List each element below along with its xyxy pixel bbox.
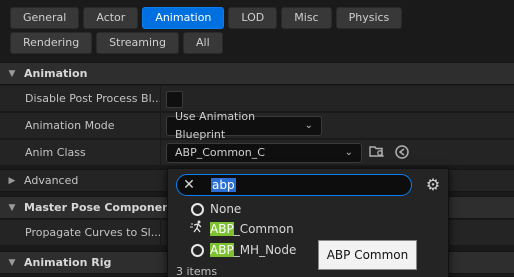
clear-search-icon[interactable]: ✕	[177, 177, 201, 193]
column-divider[interactable]	[160, 86, 161, 112]
list-item[interactable]: None	[168, 199, 448, 219]
column-divider[interactable]	[160, 113, 161, 139]
tooltip: ABP Common	[318, 240, 417, 270]
section-title: Advanced	[24, 174, 79, 187]
collapse-arrow-icon: ▼	[8, 68, 16, 79]
chevron-down-icon: ⌄	[304, 120, 313, 131]
tab-streaming[interactable]: Streaming	[96, 32, 179, 54]
running-figure-icon	[188, 220, 206, 238]
property-animation-mode: Animation Mode Use Animation Blueprint ⌄	[0, 110, 514, 141]
column-divider[interactable]	[160, 140, 161, 166]
chevron-down-icon: ⌄	[344, 147, 353, 158]
item-count: 3 items	[176, 265, 218, 277]
anim-class-combo[interactable]: ABP_Common_C ⌄	[166, 143, 362, 163]
collapse-arrow-icon: ▼	[8, 257, 16, 268]
animation-mode-combo[interactable]: Use Animation Blueprint ⌄	[166, 110, 322, 141]
section-title: Animation	[24, 67, 88, 80]
disable-post-process-checkbox[interactable]	[166, 91, 183, 108]
tab-animation[interactable]: Animation	[142, 7, 225, 29]
tab-physics[interactable]: Physics	[335, 7, 403, 29]
item-label: _MH_Node	[233, 243, 297, 257]
match-highlight: ABP	[210, 243, 234, 257]
circle-icon	[188, 202, 206, 217]
gear-icon[interactable]: ⚙	[423, 175, 443, 195]
match-highlight: ABP	[210, 222, 234, 236]
filter-tabs-row-1: General Actor Animation LOD Misc Physics	[10, 7, 403, 29]
collapse-arrow-icon: ▼	[8, 202, 16, 213]
section-animation[interactable]: ▼ Animation	[0, 62, 514, 85]
tab-lod[interactable]: LOD	[228, 7, 278, 29]
combo-value: ABP_Common_C	[175, 146, 265, 159]
item-label: _Common	[233, 222, 294, 236]
tab-misc[interactable]: Misc	[281, 7, 332, 29]
property-label: Disable Post Process Bl...	[25, 92, 163, 105]
property-label: Propagate Curves to Sl...	[25, 226, 162, 239]
tab-rendering[interactable]: Rendering	[10, 32, 93, 54]
search-query: abp	[211, 178, 236, 192]
browse-folder-icon[interactable]	[368, 144, 386, 162]
tab-all[interactable]: All	[182, 32, 223, 54]
property-label: Anim Class	[25, 146, 86, 159]
filter-tabs-row-2: Rendering Streaming All	[10, 32, 223, 54]
list-item[interactable]: ABP_Common	[168, 219, 448, 239]
tab-actor[interactable]: Actor	[83, 7, 139, 29]
item-label: None	[210, 202, 242, 216]
circle-icon	[188, 243, 206, 258]
tab-general[interactable]: General	[10, 7, 80, 29]
property-anim-class: Anim Class ABP_Common_C ⌄	[0, 140, 514, 166]
column-divider[interactable]	[160, 220, 161, 246]
section-title: Master Pose Component	[24, 201, 176, 214]
expand-arrow-icon: ▶	[8, 175, 16, 186]
use-selected-icon[interactable]	[393, 144, 411, 162]
property-label: Animation Mode	[25, 119, 115, 132]
section-title: Animation Rig	[24, 256, 112, 269]
search-input[interactable]: ✕ abp	[176, 174, 412, 196]
combo-value: Use Animation Blueprint	[175, 110, 256, 141]
